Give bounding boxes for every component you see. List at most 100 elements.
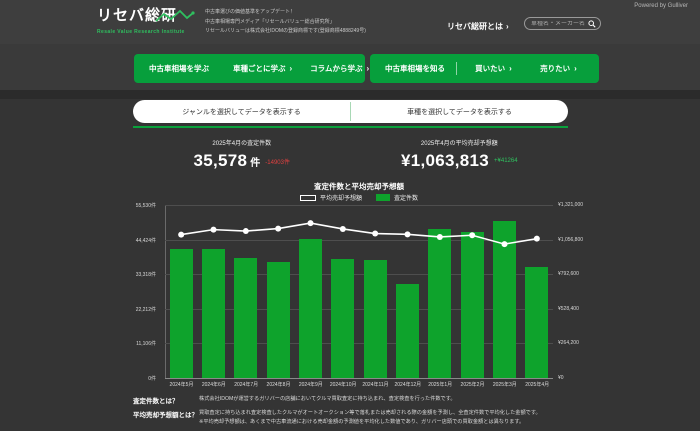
stat-value: ¥1,063,813 [401,151,489,171]
stat-label: 2025年4月の平均売却予想額 [421,138,498,147]
chart-line-point [340,226,346,232]
x-axis-tick: 2025年2月 [456,381,489,388]
x-axis-tick: 2024年10月 [327,381,360,388]
about-link-label: リセバ総研とは [447,22,503,31]
tagline-line: 中古車相場専門メディア「リセールバリュー総合研究所」 [205,18,366,28]
x-axis-tick: 2024年7月 [230,381,263,388]
gridline [165,378,553,379]
chevron-right-icon: › [290,64,293,73]
left-axis-tick: 22,212件 [136,306,156,313]
logo-chart-line-icon [155,9,195,24]
nav-item-label: 車種ごとに学ぶ [233,63,286,74]
summary-stats: 2025年4月の査定件数 35,578 件 -14903件 2025年4月の平均… [133,133,568,179]
nav-item-sell[interactable]: 売りたい › [526,63,591,74]
chart-title: 査定件数と平均売却予想額 [165,181,553,192]
nav-item-learn-by-column[interactable]: コラムから学ぶ › [301,63,378,74]
nav-item-label: コラムから学ぶ [310,63,362,74]
tagline-line: リセールバリューは株式会社IDOMの登録商標です(登録商標4888249号) [205,27,366,37]
nav-item-learn-by-model[interactable]: 車種ごとに学ぶ › [224,63,301,74]
footnote-row: 査定件数とは？ 株式会社IDOMが運営するガリバーの店舗においてクルマ買取査定に… [133,395,583,405]
chevron-right-icon: › [509,64,512,73]
x-axis-tick: 2025年4月 [521,381,554,388]
footnote-text: 株式会社IDOMが運営するガリバーの店舗においてクルマ買取査定に持ち込まれ、査定… [199,395,456,405]
powered-by-label: Powered by Gulliver [634,3,688,9]
chart-line-point [243,228,249,234]
stat-delta-down: -14903件 [265,157,290,166]
footnote-row: 平均売却予想額とは？ 買取査定に持ち込まれ査定検査したクルマがオートオークション… [133,409,583,427]
tab-underline [133,126,568,128]
nav-group-learn: 中古車相場を学ぶ 車種ごとに学ぶ › コラムから学ぶ › [134,54,365,83]
right-axis-tick: ¥792,600 [558,271,579,277]
right-axis-tick: ¥0 [558,375,564,381]
x-axis-tick: 2025年1月 [424,381,457,388]
chart-line-point [437,234,443,240]
chart-plot-area [165,205,553,378]
tab-select-genre[interactable]: ジャンルを選択してデータを表示する [133,100,350,123]
footnote-line: 買取査定に持ち込まれ査定検査したクルマがオートオークション等で落札または売却され… [199,409,541,418]
chart-line-point [372,231,378,237]
x-axis-tick: 2024年12月 [391,381,424,388]
footnotes: 査定件数とは？ 株式会社IDOMが運営するガリバーの店舗においてクルマ買取査定に… [133,395,583,431]
site-logo[interactable]: リセバ総研 Resale Value Research Institute [97,5,205,39]
chart-legend: 平均売却予想額 査定件数 [165,193,553,202]
right-axis-tick: ¥528,400 [558,306,579,312]
chevron-right-icon: › [366,64,369,73]
footnote-term: 平均売却予想額とは？ [133,409,199,427]
nav-item-label: 買いたい [475,63,505,74]
search-box [524,17,601,30]
legend-line-swatch [300,195,316,201]
chart-line-series [165,205,553,378]
x-axis-tick: 2024年9月 [294,381,327,388]
left-axis-tick: 55,530件 [136,202,156,209]
section-divider [0,90,700,99]
nav-learn-title[interactable]: 中古車相場を学ぶ [142,63,216,74]
chart-line-point [534,236,540,242]
right-axis-tick: ¥264,200 [558,340,579,346]
chevron-right-icon: › [574,64,577,73]
legend-bar-swatch [376,194,390,201]
stat-label: 2025年4月の査定件数 [212,138,271,147]
tagline-line: 中古車選びの価値基準をアップデート！ [205,8,366,18]
chart-line-point [308,220,314,226]
main-nav: 中古車相場を学ぶ 車種ごとに学ぶ › コラムから学ぶ › 中古車相場を知る 買いたい… [0,44,700,90]
x-axis-tick: 2024年5月 [165,381,198,388]
stat-unit: 件 [250,154,260,169]
site-header: リセバ総研 Resale Value Research Institute 中古… [0,0,700,44]
stat-average-resale-price: 2025年4月の平均売却予想額 ¥1,063,813 +¥41264 [351,133,569,179]
footnote-line: ※平均売却予想額は、あくまで中古車流通における売却金額の予測値を平均化した数値で… [199,418,541,427]
nav-item-buy[interactable]: 買いたい › [461,63,526,74]
left-axis-tick: 44,424件 [136,237,156,244]
chart-line-point [178,232,184,238]
legend-item-bar[interactable]: 査定件数 [376,193,418,202]
stat-value: 35,578 [194,151,248,171]
nav-item-label: 売りたい [540,63,570,74]
nav-market-title[interactable]: 中古車相場を知る [378,63,452,74]
legend-item-line[interactable]: 平均売却予想額 [300,193,362,202]
right-axis-tick: ¥1,321,000 [558,202,583,208]
x-axis-tick: 2024年6月 [197,381,230,388]
x-axis-labels: 2024年5月2024年6月2024年7月2024年8月2024年9月2024年… [165,381,553,389]
chart-line-point [469,232,475,238]
chart-line-point [275,226,281,232]
logo-subtitle: Resale Value Research Institute [97,29,205,35]
about-link[interactable]: リセバ総研とは› [447,21,509,32]
nav-group-market: 中古車相場を知る 買いたい › 売りたい › [370,54,599,83]
chevron-right-icon: › [506,22,509,31]
x-axis-tick: 2024年11月 [359,381,392,388]
chart-line-point [211,227,217,233]
footnote-term: 査定件数とは？ [133,395,199,405]
nav-separator [456,62,457,75]
stat-delta-up: +¥41264 [494,158,518,164]
tab-select-model[interactable]: 車種を選択してデータを表示する [351,100,568,123]
data-selector-tabs: ジャンルを選択してデータを表示する 車種を選択してデータを表示する [133,100,568,123]
left-axis-tick: 0件 [148,375,156,382]
search-icon[interactable] [588,20,596,28]
stat-assessment-count: 2025年4月の査定件数 35,578 件 -14903件 [133,133,351,179]
chart-line-point [502,241,508,247]
chart-line-point [405,231,411,237]
header-tagline: 中古車選びの価値基準をアップデート！ 中古車相場専門メディア「リセールバリュー総… [205,8,366,37]
right-axis-tick: ¥1,056,800 [558,237,583,243]
left-axis-tick: 11,106件 [136,340,156,347]
legend-label: 査定件数 [394,193,418,202]
search-input[interactable] [531,21,586,27]
